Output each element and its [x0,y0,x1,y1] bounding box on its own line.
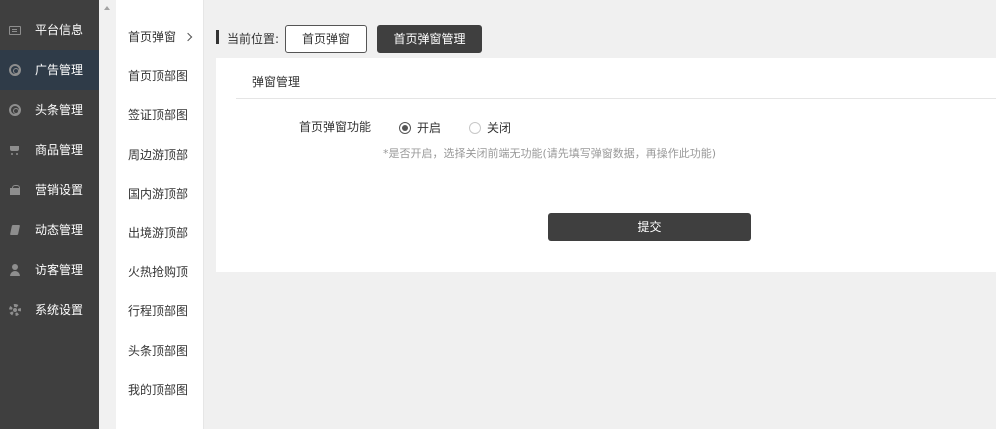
radio-checked-icon[interactable] [399,122,411,134]
sidebar-item-label: 系统设置 [35,303,84,317]
sidebar-item-ad-management[interactable]: 广告管理 [0,50,99,90]
sidebar-item-marketing-settings[interactable]: 营销设置 [0,170,99,210]
submenu-item-outbound-top[interactable]: 出境游顶部 [128,223,200,243]
radio-enable-label: 开启 [417,121,442,135]
breadcrumb-marker [216,30,219,44]
submenu-item-domestic-top[interactable]: 国内游顶部 [128,184,200,204]
sidebar-item-platform-info[interactable]: 平台信息 [0,10,99,50]
cart-icon [9,144,21,156]
submenu-item-flash-sale-top[interactable]: 火热抢购顶 [128,262,200,282]
breadcrumb-current-button[interactable]: 首页弹窗管理 [377,25,482,53]
sidebar-item-label: 访客管理 [35,263,84,277]
sub-menu: 首页弹窗 首页顶部图 签证顶部图 周边游顶部 国内游顶部 出境游顶部 火热抢购顶… [99,0,204,429]
field-label-popup-function: 首页弹窗功能 [299,120,372,134]
sidebar-item-label: 头条管理 [35,103,84,117]
user-icon [9,264,21,276]
popup-management-panel: 弹窗管理 首页弹窗功能 开启 关闭 *是否开启，选择关闭前端无功能(请先填写弹窗… [216,58,996,272]
sidebar-item-label: 商品管理 [35,143,84,157]
sidebar-item-label: 营销设置 [35,183,84,197]
submenu-item-itinerary-top-image[interactable]: 行程顶部图 [128,301,200,321]
divider [236,98,996,99]
sidebar-item-label: 动态管理 [35,223,84,237]
submenu-scrollbar[interactable] [99,0,116,429]
submenu-item-headline-top-image[interactable]: 头条顶部图 [128,341,200,361]
breadcrumb-label: 当前位置: [227,32,280,46]
card-icon [9,26,21,35]
gift-icon [9,184,21,196]
sidebar-item-headline-management[interactable]: 头条管理 [0,90,99,130]
panel-title: 弹窗管理 [252,75,301,89]
sidebar-item-visitor-management[interactable]: 访客管理 [0,250,99,290]
sidebar-item-feed-management[interactable]: 动态管理 [0,210,99,250]
hint-text: *是否开启，选择关闭前端无功能(请先填写弹窗数据，再操作此功能) [383,147,717,160]
breadcrumb-home-popup-button[interactable]: 首页弹窗 [285,25,367,53]
ring-icon [9,104,21,116]
submenu-item-visa-top-image[interactable]: 签证顶部图 [128,105,200,125]
submenu-item-nearby-top[interactable]: 周边游顶部 [128,145,200,165]
scroll-up-arrow-icon[interactable] [104,6,110,10]
sidebar-item-system-settings[interactable]: 系统设置 [0,290,99,330]
sidebar-item-label: 广告管理 [35,63,84,77]
radio-enable[interactable]: 开启 [399,120,441,136]
sidebar-item-label: 平台信息 [35,23,84,37]
radio-unchecked-icon[interactable] [469,122,481,134]
book-icon [9,224,21,236]
ring-icon [9,64,21,76]
radio-disable-label: 关闭 [487,121,512,135]
sidebar-item-product-management[interactable]: 商品管理 [0,130,99,170]
main-sidebar: 平台信息 广告管理 头条管理 商品管理 营销设置 动态管理 访客管理 系统设置 [0,0,99,429]
submenu-item-home-top-image[interactable]: 首页顶部图 [128,66,200,86]
gear-icon [9,304,21,316]
submenu-item-my-top-image[interactable]: 我的顶部图 [128,380,200,400]
submit-button[interactable]: 提交 [548,213,751,241]
radio-disable[interactable]: 关闭 [469,120,511,136]
